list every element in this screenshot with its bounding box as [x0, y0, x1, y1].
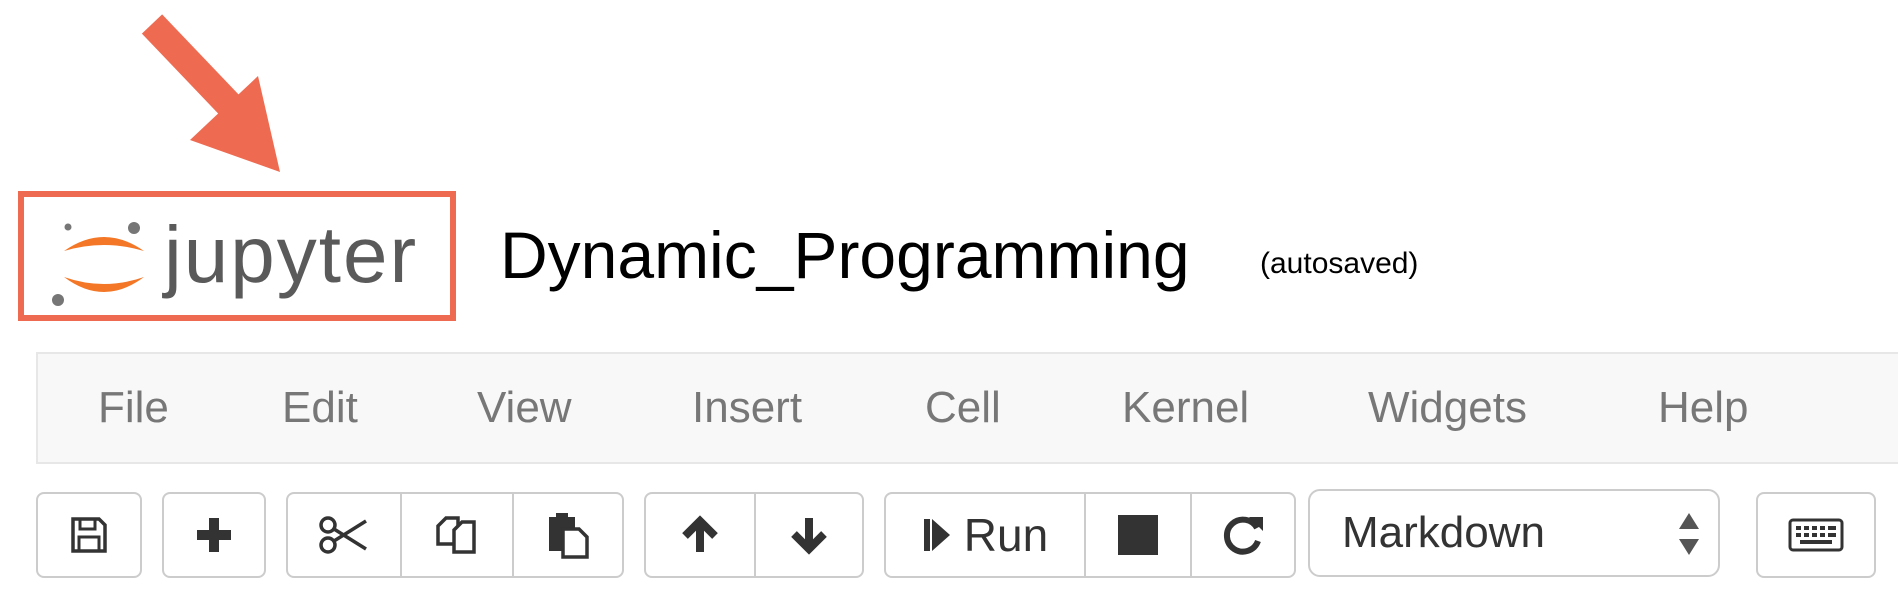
jupyter-logo-icon[interactable]	[50, 217, 158, 313]
keyboard-button-group	[1756, 492, 1876, 578]
insert-cell-button[interactable]	[164, 494, 264, 576]
plus-icon	[197, 518, 231, 552]
stop-icon	[1118, 515, 1158, 555]
notebook-title[interactable]: Dynamic_Programming	[500, 210, 1190, 300]
cell-type-select[interactable]: Markdown	[1308, 489, 1720, 577]
menu-bar: File Edit View Insert Cell Kernel Widget…	[36, 352, 1898, 464]
run-button-group: Run	[884, 492, 1296, 578]
menu-file[interactable]: File	[98, 354, 169, 462]
cut-button[interactable]	[288, 494, 400, 576]
autosave-status: (autosaved)	[1260, 247, 1419, 280]
refresh-icon	[1223, 516, 1263, 555]
move-down-button[interactable]	[754, 494, 862, 576]
menu-kernel[interactable]: Kernel	[1122, 354, 1249, 462]
save-button[interactable]	[38, 494, 140, 576]
jupyter-wordmark: jupyter	[164, 210, 419, 299]
annotation-arrow	[141, 14, 280, 172]
run-label: Run	[963, 509, 1049, 561]
clipboard-button-group	[286, 492, 624, 578]
menu-widgets[interactable]: Widgets	[1368, 354, 1527, 462]
cell-type-value: Markdown	[1342, 508, 1545, 557]
paste-icon	[549, 513, 589, 559]
save-icon	[71, 517, 107, 553]
step-forward-icon	[923, 519, 950, 551]
logo-highlight-box: jupyter	[18, 191, 456, 321]
paste-button[interactable]	[512, 494, 622, 576]
keyboard-icon	[1788, 518, 1844, 552]
command-palette-button[interactable]	[1758, 494, 1874, 576]
move-button-group	[644, 492, 864, 578]
insert-button-group	[162, 492, 266, 578]
menu-cell[interactable]: Cell	[925, 354, 1001, 462]
interrupt-kernel-button[interactable]	[1084, 494, 1190, 576]
copy-button[interactable]	[400, 494, 512, 576]
arrow-up-icon	[682, 515, 718, 552]
menu-insert[interactable]: Insert	[692, 354, 802, 462]
move-up-button[interactable]	[646, 494, 754, 576]
scissors-icon	[319, 516, 367, 554]
menu-edit[interactable]: Edit	[282, 354, 358, 462]
menu-view[interactable]: View	[477, 354, 572, 462]
save-button-group	[36, 492, 142, 578]
arrow-down-icon	[791, 518, 827, 555]
copy-icon	[436, 516, 476, 554]
run-button[interactable]: Run	[886, 494, 1084, 576]
menu-help[interactable]: Help	[1658, 354, 1749, 462]
sort-caret-icon	[1679, 513, 1699, 555]
restart-kernel-button[interactable]	[1190, 494, 1294, 576]
